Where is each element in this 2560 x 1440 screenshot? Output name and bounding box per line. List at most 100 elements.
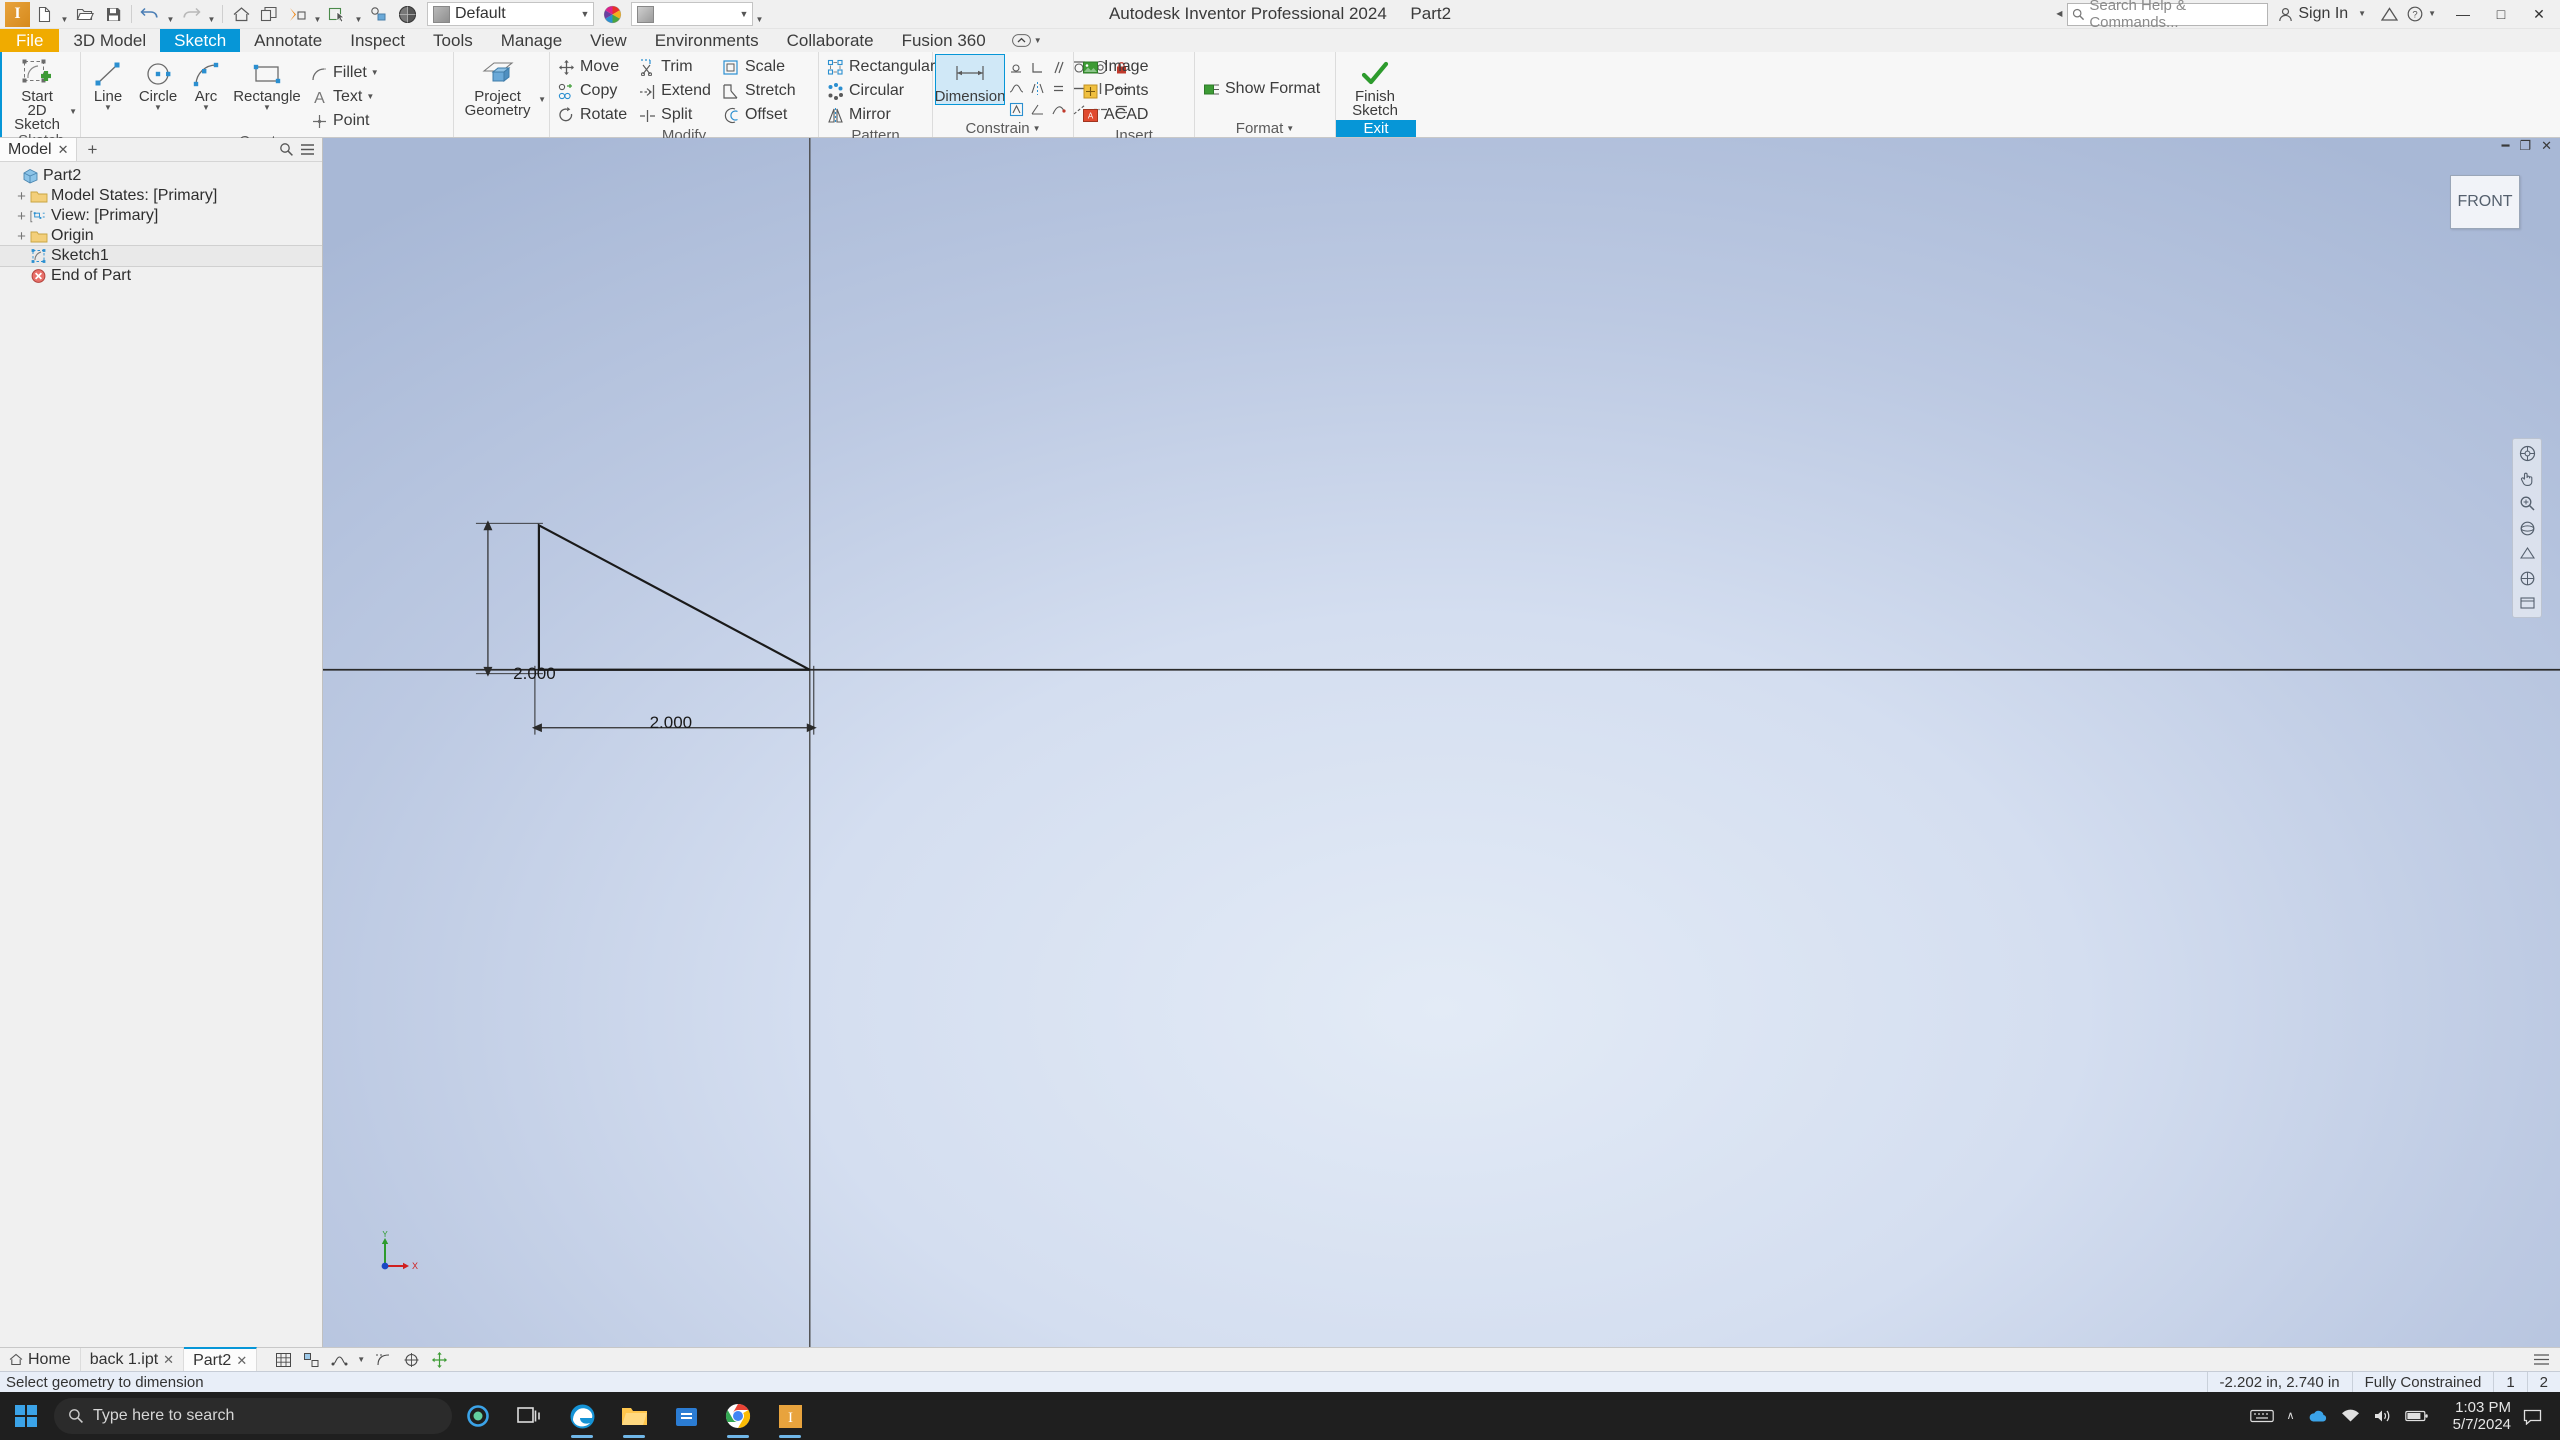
equal-constraint-icon[interactable] [1048,78,1069,99]
save-icon[interactable] [99,1,127,27]
browser-search-icon[interactable] [279,142,294,157]
ribbon-collapse-control[interactable]: ▼ [1000,29,1042,52]
arc-caret[interactable]: ▼ [202,104,210,112]
zoom-icon[interactable] [2516,492,2538,514]
signin-dropdown-caret[interactable]: ▼ [2358,10,2366,18]
return-icon[interactable] [255,1,283,27]
maximize-button[interactable]: □ [2482,0,2520,28]
point-button[interactable]: Point [306,109,384,133]
battery-icon[interactable] [2404,1409,2429,1423]
ribbon-tab-collaborate[interactable]: Collaborate [773,29,888,52]
text-caret[interactable]: ▼ [366,93,374,101]
circle-button[interactable]: Circle ▼ [132,55,184,112]
start-button[interactable] [0,1392,52,1440]
ribbon-tab-sketch[interactable]: Sketch [160,29,241,52]
project-geometry-caret[interactable]: ▼ [538,96,546,120]
image-button[interactable]: Image [1077,55,1153,79]
canvas-close-button[interactable]: ✕ [2541,138,2552,154]
document-tabs-overflow[interactable] [2533,1353,2560,1366]
ribbon-tab-view[interactable]: View [576,29,641,52]
undo-icon[interactable] [136,1,164,27]
inventor-taskbar-icon[interactable]: I [764,1392,816,1440]
tree-node-view[interactable]: + View: [Primary] [0,206,322,226]
rotate-button[interactable]: Rotate [553,103,632,127]
start-2d-sketch-button[interactable]: Start 2D Sketch [5,55,69,132]
qat-overflow-caret[interactable]: ▼ [753,0,766,30]
rectangular-pattern-button[interactable]: Rectangular [822,55,940,79]
help-search-input[interactable]: Search Help & Commands... [2067,0,2269,31]
document-tab-part2[interactable]: Part2 ✕ [184,1347,258,1372]
free-orbit-icon[interactable] [2516,567,2538,589]
document-tab-part2-close-icon[interactable]: ✕ [236,1353,247,1369]
tree-node-sketch1[interactable]: Sketch1 [0,245,322,267]
undo-dropdown-caret[interactable]: ▼ [164,0,177,30]
browser-tab-close-icon[interactable]: ✕ [58,142,69,158]
slice-graphics-icon[interactable] [373,1350,393,1370]
chrome-icon[interactable] [712,1392,764,1440]
move-cursor-icon[interactable] [429,1350,449,1370]
text-button[interactable]: A Text ▼ [306,85,384,109]
update-icon[interactable] [283,1,311,27]
ribbon-tab-fusion-360[interactable]: Fusion 360 [888,29,1000,52]
ribbon-tab-3d-model[interactable]: 3D Model [59,29,160,52]
network-icon[interactable] [2341,1408,2360,1424]
canvas-minimize-button[interactable]: ━ [2502,138,2510,154]
tree-node-part2[interactable]: Part2 [0,166,322,186]
store-icon[interactable] [660,1392,712,1440]
look-at-icon[interactable] [2516,542,2538,564]
document-tab-back1[interactable]: back 1.ipt ✕ [81,1348,185,1371]
project-icon[interactable] [365,1,393,27]
notification-center-icon[interactable] [2523,1408,2552,1425]
trim-button[interactable]: Trim [634,55,716,79]
line-caret[interactable]: ▼ [104,104,112,112]
arc-button[interactable]: Arc ▼ [184,55,228,112]
format-panel-caret[interactable]: ▼ [1286,124,1294,133]
material-sphere-icon[interactable] [393,1,421,27]
rectangle-caret[interactable]: ▼ [263,104,271,112]
parallel-constraint-icon[interactable] [1048,57,1069,78]
volume-icon[interactable] [2373,1408,2392,1424]
search-left-caret[interactable]: ◀ [2056,10,2062,18]
snap-settings-icon[interactable] [329,1350,349,1370]
ribbon-collapse-caret[interactable]: ▼ [1034,36,1042,45]
select-dropdown-caret[interactable]: ▼ [352,0,365,30]
dynamic-input-icon[interactable] [401,1350,421,1370]
mirror-button[interactable]: Mirror [822,103,940,127]
perpendicular-constraint-icon[interactable] [1027,57,1048,78]
coincident-constraint-icon[interactable] [1006,57,1027,78]
taskbar-clock[interactable]: 1:03 PM 5/7/2024 [2441,1399,2523,1433]
minimize-button[interactable]: — [2444,0,2482,28]
full-navigation-wheel-icon[interactable] [2516,442,2538,464]
extend-button[interactable]: Extend [634,79,716,103]
vertical-dimension-value[interactable]: 2.000 [513,664,556,684]
document-tab-home[interactable]: Home [0,1348,81,1371]
home-icon[interactable] [227,1,255,27]
canvas-restore-button[interactable]: ❐ [2519,138,2531,154]
show-format-button[interactable]: Show Format [1198,77,1325,101]
stretch-button[interactable]: Stretch [718,79,801,103]
ribbon-tab-annotate[interactable]: Annotate [240,29,336,52]
tree-expander-origin[interactable]: + [14,228,29,245]
view-cube[interactable]: FRONT [2450,175,2520,229]
ribbon-tab-file[interactable]: File [0,29,60,52]
taskbar-search-box[interactable]: Type here to search [54,1398,452,1434]
browser-tab-model[interactable]: Model ✕ [0,138,78,161]
appearance-dropdown-caret[interactable]: ▼ [736,9,752,19]
browser-add-tab-button[interactable]: + [77,140,107,160]
graphics-window[interactable]: ━ ❐ ✕ 2.000 2.000 FRONT Y X [323,138,2560,1347]
document-tab-back1-close-icon[interactable]: ✕ [163,1352,174,1368]
task-view-icon[interactable] [504,1392,556,1440]
sketch-geometry[interactable] [323,138,2560,1347]
finish-sketch-button[interactable]: Finish Sketch [1339,55,1411,118]
circular-pattern-button[interactable]: Circular [822,79,940,103]
help-dropdown-caret[interactable]: ▼ [2428,10,2436,18]
constrain-panel-caret[interactable]: ▼ [1033,124,1041,133]
ribbon-tab-environments[interactable]: Environments [641,29,773,52]
ribbon-tab-inspect[interactable]: Inspect [336,29,419,52]
material-selector[interactable]: Default ▼ [427,2,594,26]
close-button[interactable]: ✕ [2520,0,2558,28]
dimension-button[interactable]: Dimension [935,54,1005,105]
split-button[interactable]: Split [634,103,716,127]
snap-to-grid-icon[interactable] [301,1350,321,1370]
redo-icon[interactable] [177,1,205,27]
